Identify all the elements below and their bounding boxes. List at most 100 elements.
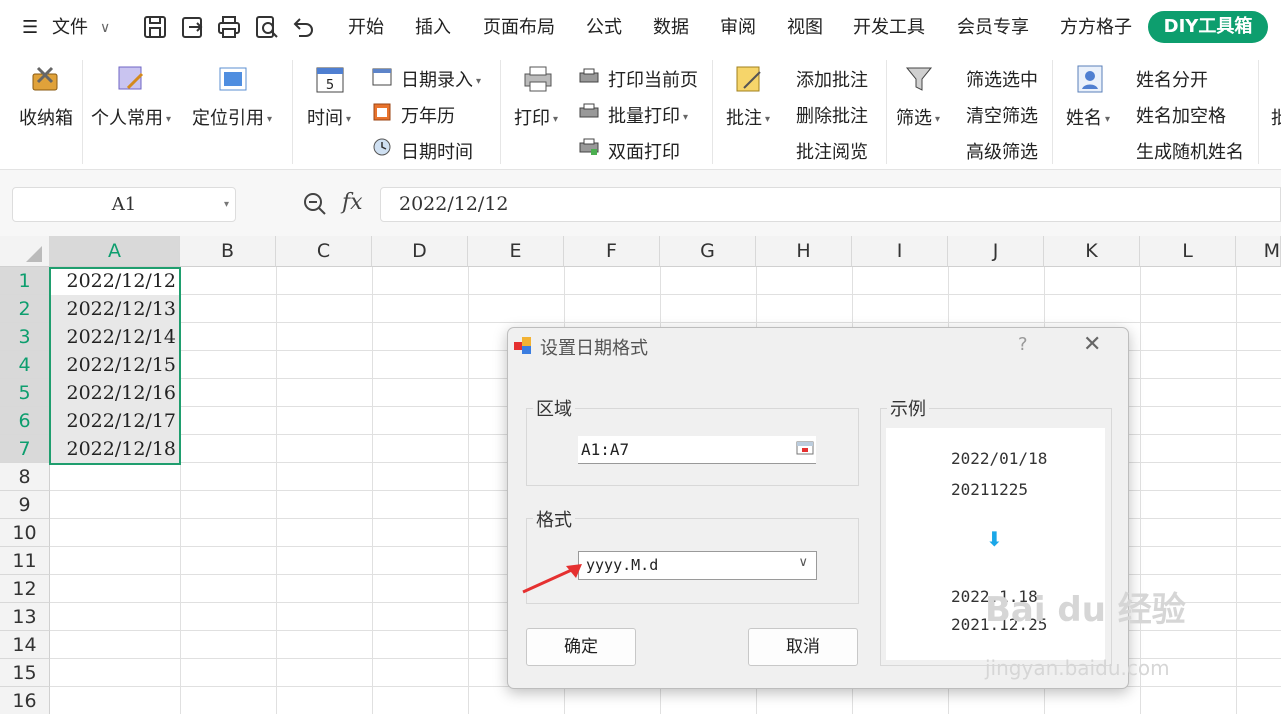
zoom-icon[interactable] (302, 191, 328, 217)
row-header[interactable]: 10 (0, 519, 50, 547)
format-select[interactable]: yyyy.M.d ∨ (578, 551, 817, 580)
column-header[interactable]: D (372, 236, 468, 267)
storage-button[interactable]: 收纳箱 (19, 104, 73, 130)
time-button[interactable]: 时间 ▾ (307, 104, 351, 130)
comment-icon (736, 66, 761, 92)
ribbon-divider (292, 60, 293, 164)
print-icon[interactable] (216, 14, 242, 40)
row-header[interactable]: 13 (0, 603, 50, 631)
red-pointer-arrow-icon (522, 564, 582, 594)
tab-fangfang[interactable]: 方方格子 (1060, 14, 1132, 42)
column-header[interactable]: C (276, 236, 372, 267)
menu-file[interactable]: 文件 (52, 14, 88, 42)
column-header[interactable]: M (1236, 236, 1281, 267)
locate-button[interactable]: 定位引用 ▾ (192, 104, 272, 130)
column-header[interactable]: B (180, 236, 276, 267)
row-header[interactable]: 8 (0, 463, 50, 491)
select-all-corner[interactable] (0, 236, 50, 267)
name-split-button[interactable]: 姓名分开 (1136, 66, 1208, 92)
print-preview-icon[interactable] (254, 14, 280, 40)
personal-button[interactable]: 个人常用 ▾ (91, 104, 171, 130)
tab-insert[interactable]: 插入 (415, 14, 451, 42)
help-button[interactable]: ? (1018, 334, 1028, 355)
tab-developer[interactable]: 开发工具 (853, 14, 925, 42)
column-header[interactable]: J (948, 236, 1044, 267)
range-select-icon[interactable] (796, 440, 814, 456)
chevron-down-icon[interactable]: ∨ (798, 555, 808, 570)
close-icon[interactable]: ✕ (1083, 332, 1101, 357)
print-page-icon (579, 68, 599, 83)
row-header[interactable]: 12 (0, 575, 50, 603)
cancel-button[interactable]: 取消 (748, 628, 858, 666)
column-header[interactable]: I (852, 236, 948, 267)
tab-review[interactable]: 审阅 (720, 14, 756, 42)
row-header[interactable]: 16 (0, 687, 50, 714)
toolbox-icon (32, 66, 58, 91)
ribbon-overflow-item[interactable]: 批 (1271, 104, 1281, 130)
row-header[interactable]: 9 (0, 491, 50, 519)
row-header[interactable]: 4 (0, 351, 50, 379)
clear-filter-button[interactable]: 清空筛选 (966, 102, 1038, 128)
column-header[interactable]: A (50, 236, 180, 267)
tab-home[interactable]: 开始 (348, 14, 384, 42)
row-header[interactable]: 2 (0, 295, 50, 323)
example-input-2: 20211225 (951, 480, 1029, 499)
export-icon[interactable] (180, 14, 206, 40)
grid-line (50, 322, 1281, 323)
calendar-button[interactable]: 万年历 (401, 102, 455, 128)
row-header[interactable]: 5 (0, 379, 50, 407)
filter-button[interactable]: 筛选 ▾ (896, 104, 940, 130)
print-current-page-button[interactable]: 打印当前页 (608, 66, 698, 92)
clock-icon (373, 138, 391, 156)
advanced-filter-button[interactable]: 高级筛选 (966, 138, 1038, 164)
row-header[interactable]: 6 (0, 407, 50, 435)
name-box[interactable]: A1 ▾ (12, 187, 236, 222)
duplex-print-icon (579, 138, 599, 155)
batch-print-button[interactable]: 批量打印 ▾ (608, 102, 688, 128)
print-button[interactable]: 打印 ▾ (514, 104, 558, 130)
formula-input[interactable]: 2022/12/12 (380, 187, 1281, 222)
range-input[interactable]: A1:A7 (578, 436, 816, 464)
ok-button[interactable]: 确定 (526, 628, 636, 666)
undo-icon[interactable] (290, 14, 316, 40)
duplex-print-button[interactable]: 双面打印 (608, 138, 680, 164)
row-header[interactable]: 1 (0, 267, 50, 295)
comment-button[interactable]: 批注 ▾ (726, 104, 770, 130)
row-header[interactable]: 7 (0, 435, 50, 463)
row-header[interactable]: 11 (0, 547, 50, 575)
function-icon[interactable]: fx (342, 190, 363, 215)
tab-member[interactable]: 会员专享 (957, 14, 1029, 42)
column-header[interactable]: K (1044, 236, 1140, 267)
chevron-down-icon[interactable]: ▾ (224, 188, 229, 221)
row-header[interactable]: 3 (0, 323, 50, 351)
hamburger-menu-icon[interactable]: ☰ (22, 14, 38, 42)
batch-print-icon (579, 103, 599, 118)
date-entry-button[interactable]: 日期录入 ▾ (401, 66, 481, 92)
random-name-button[interactable]: 生成随机姓名 (1136, 138, 1244, 164)
name-add-space-button[interactable]: 姓名加空格 (1136, 102, 1226, 128)
delete-comment-button[interactable]: 删除批注 (796, 102, 868, 128)
filter-selected-button[interactable]: 筛选选中 (966, 66, 1038, 92)
column-header[interactable]: L (1140, 236, 1236, 267)
tab-page-layout[interactable]: 页面布局 (483, 14, 555, 42)
column-header[interactable]: E (468, 236, 564, 267)
row-header[interactable]: 15 (0, 659, 50, 687)
ribbon-divider (500, 60, 501, 164)
tab-diy-toolbox[interactable]: DIY工具箱 (1148, 11, 1268, 43)
view-comment-button[interactable]: 批注阅览 (796, 138, 868, 164)
locate-icon (219, 67, 247, 91)
tab-view[interactable]: 视图 (787, 14, 823, 42)
column-header[interactable]: H (756, 236, 852, 267)
column-header[interactable]: G (660, 236, 756, 267)
tab-data[interactable]: 数据 (653, 14, 689, 42)
save-icon[interactable] (142, 14, 168, 40)
app-logo-icon (514, 337, 531, 354)
chevron-down-icon[interactable]: ∨ (100, 14, 110, 42)
datetime-button[interactable]: 日期时间 (401, 138, 473, 164)
column-header[interactable]: F (564, 236, 660, 267)
add-comment-button[interactable]: 添加批注 (796, 66, 868, 92)
tab-formula[interactable]: 公式 (586, 14, 622, 42)
name-button[interactable]: 姓名 ▾ (1066, 104, 1110, 130)
filter-icon (905, 67, 933, 91)
row-header[interactable]: 14 (0, 631, 50, 659)
